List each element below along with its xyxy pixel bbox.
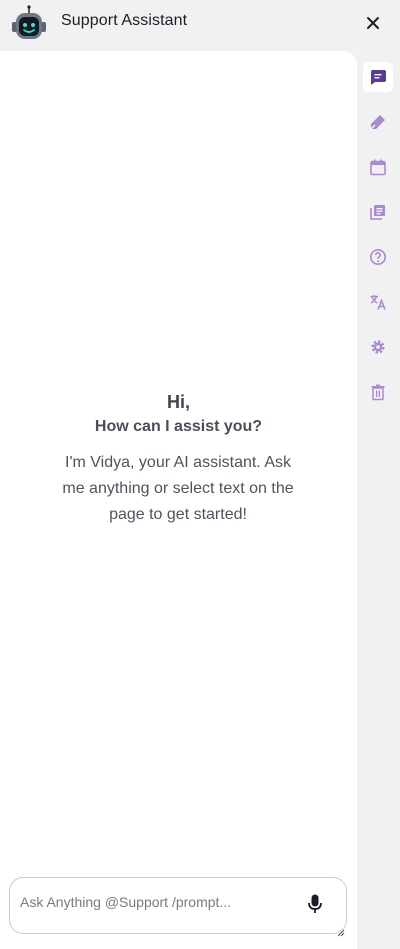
help-icon: [370, 249, 386, 265]
chat-icon: [370, 70, 386, 85]
sidebar-item-edit[interactable]: [363, 107, 393, 137]
greeting-subtitle: How can I assist you?: [94, 418, 263, 435]
app-header: Support Assistant: [0, 0, 400, 46]
sidebar-item-calendar[interactable]: [363, 152, 393, 182]
close-icon: [367, 17, 379, 29]
sidebar-item-library[interactable]: [363, 197, 393, 227]
sidebar-item-translate[interactable]: [363, 287, 393, 317]
robot-icon: [10, 5, 48, 41]
sidebar-item-settings[interactable]: [363, 332, 393, 362]
microphone-button[interactable]: [306, 893, 324, 915]
prompt-input[interactable]: [20, 894, 290, 910]
translate-icon: [370, 295, 386, 310]
prompt-composer: [9, 877, 347, 937]
gear-icon: [371, 340, 385, 354]
sidebar-item-help[interactable]: [363, 242, 393, 272]
microphone-icon: [308, 894, 322, 913]
library-icon: [370, 205, 385, 220]
trash-icon: [371, 384, 385, 401]
sidebar-item-chat[interactable]: [363, 62, 393, 92]
close-button[interactable]: [362, 12, 384, 34]
assistant-intro: I'm Vidya, your AI assistant. Ask me any…: [62, 454, 294, 523]
resize-handle[interactable]: [337, 924, 345, 937]
tool-sidebar: [357, 51, 400, 949]
pen-icon: [370, 115, 385, 130]
greeting-hi: Hi,: [166, 392, 190, 412]
chat-panel: Hi, How can I assist you? I'm Vidya, you…: [0, 51, 357, 949]
app-title: Support Assistant: [61, 12, 188, 29]
sidebar-item-delete[interactable]: [363, 377, 393, 407]
calendar-icon: [370, 159, 386, 176]
